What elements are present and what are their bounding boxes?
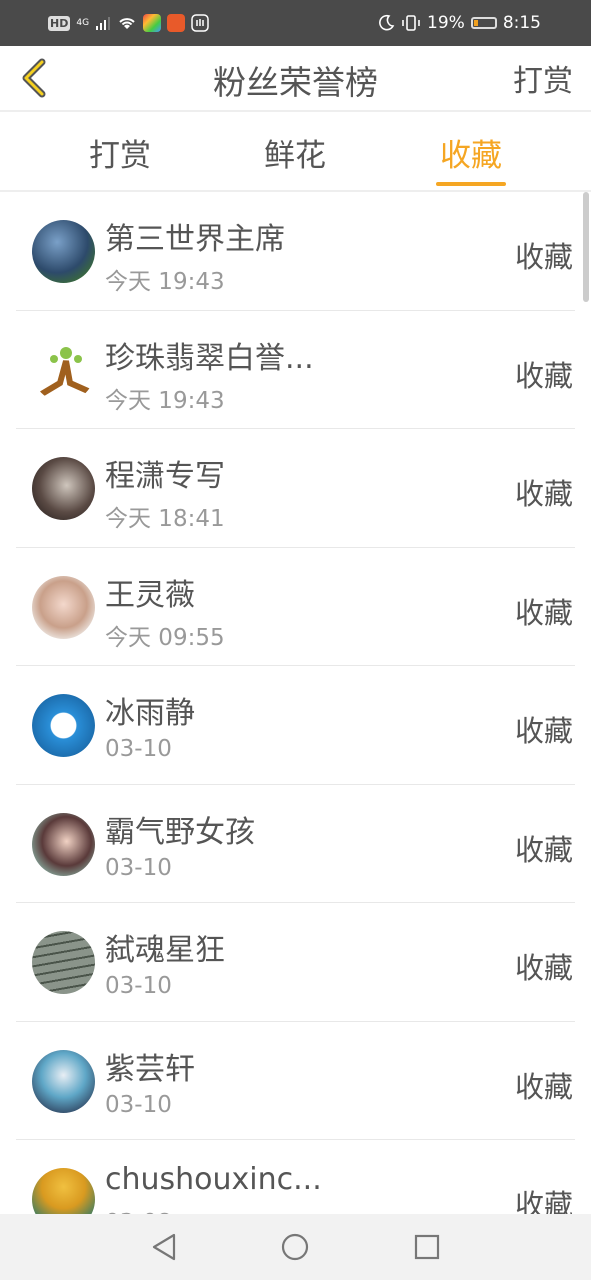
user-name: 珍珠翡翠白誉... <box>105 340 314 376</box>
time-label: 03-10 <box>105 736 172 762</box>
list-item[interactable]: chushouxinc... 03-08 收藏 <box>16 1140 575 1214</box>
status-right: 19% 8:15 <box>377 10 541 36</box>
back-triangle-icon[interactable] <box>148 1230 182 1264</box>
list-item[interactable]: 紫芸轩 03-10 收藏 <box>16 1022 575 1140</box>
page-title: 粉丝荣誉榜 <box>213 63 378 102</box>
hd-badge: HD <box>48 15 71 31</box>
list-item[interactable]: 程潇专写 今天 18:41 收藏 <box>16 429 575 548</box>
tree-illustration <box>37 346 91 398</box>
vibrate-icon <box>402 15 420 31</box>
action-label: 收藏 <box>514 595 573 630</box>
user-name: 弑魂星狂 <box>105 933 225 968</box>
recents-square-icon[interactable] <box>410 1230 444 1264</box>
action-label: 收藏 <box>514 832 573 867</box>
tab-bar: 打赏 鲜花 收藏 <box>0 112 591 192</box>
user-name: 霸气野女孩 <box>105 814 255 850</box>
list-item[interactable]: 王灵薇 今天 09:55 收藏 <box>16 548 575 666</box>
time-label: 今天 09:55 <box>105 624 225 651</box>
tab-reward[interactable]: 打赏 <box>60 130 180 175</box>
battery-icon <box>470 17 497 29</box>
signal-label: 4G <box>76 18 90 28</box>
user-name: chushouxinc... <box>105 1162 322 1197</box>
list-item[interactable]: 珍珠翡翠白誉... 今天 19:43 收藏 <box>16 311 575 429</box>
avatar[interactable] <box>32 1049 95 1113</box>
wifi-icon <box>119 18 135 29</box>
action-label: 收藏 <box>514 1188 573 1214</box>
action-label: 收藏 <box>514 951 573 985</box>
action-label: 收藏 <box>514 714 573 748</box>
action-label: 收藏 <box>514 477 573 511</box>
avatar[interactable] <box>32 457 95 520</box>
time-label: 今天 19:43 <box>105 387 225 414</box>
status-left: HD 4G <box>48 12 209 34</box>
time-label: 03-10 <box>105 1091 172 1118</box>
tab-active-indicator <box>436 182 506 186</box>
user-name: 冰雨静 <box>105 696 195 731</box>
hand-app-icon <box>191 14 209 32</box>
video-app-icon <box>167 14 186 32</box>
status-bar: HD 4G 19% 8:15 <box>0 0 591 46</box>
list-item[interactable]: 冰雨静 03-10 收藏 <box>16 666 575 785</box>
home-circle-icon[interactable] <box>278 1230 312 1264</box>
list-item[interactable]: 弑魂星狂 03-10 收藏 <box>16 903 575 1022</box>
user-name: 程潇专写 <box>105 459 225 494</box>
title-bar: 粉丝荣誉榜 打赏 <box>0 46 591 112</box>
tab-favorites[interactable]: 收藏 <box>411 130 531 175</box>
battery-percent: 19% <box>427 13 465 33</box>
user-name: 第三世界主席 <box>105 222 285 257</box>
avatar[interactable] <box>32 575 95 639</box>
avatar[interactable] <box>32 1168 95 1214</box>
user-name: 紫芸轩 <box>105 1051 195 1087</box>
fan-list[interactable]: 第三世界主席 今天 19:43 收藏 珍珠翡翠白誉... 今天 19:43 收藏… <box>0 192 591 1214</box>
time-label: 今天 19:43 <box>105 269 225 295</box>
action-label: 收藏 <box>514 1069 573 1104</box>
time-label: 03-10 <box>105 973 172 999</box>
action-label: 收藏 <box>514 358 573 393</box>
avatar[interactable] <box>32 220 95 283</box>
list-item[interactable]: 第三世界主席 今天 19:43 收藏 <box>16 192 575 311</box>
clock: 8:15 <box>502 13 541 33</box>
moon-icon <box>379 14 395 31</box>
avatar[interactable] <box>32 338 95 402</box>
avatar[interactable] <box>32 812 95 876</box>
list-item[interactable]: 霸气野女孩 03-10 收藏 <box>16 785 575 903</box>
scrollbar[interactable] <box>583 192 589 302</box>
tab-flowers[interactable]: 鲜花 <box>235 130 355 175</box>
time-label: 今天 18:41 <box>105 506 225 532</box>
action-label: 收藏 <box>514 240 573 274</box>
reward-button[interactable]: 打赏 <box>513 56 573 100</box>
app-grid-icon <box>143 14 162 32</box>
avatar[interactable] <box>32 694 95 757</box>
user-name: 王灵薇 <box>105 577 195 613</box>
system-nav-bar <box>0 1214 591 1280</box>
signal-icon <box>96 17 111 30</box>
avatar[interactable] <box>32 931 95 994</box>
time-label: 03-10 <box>105 854 172 881</box>
